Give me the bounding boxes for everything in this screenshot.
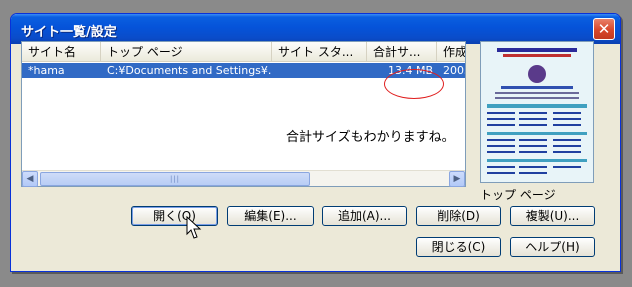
- open-button[interactable]: 開く(O): [131, 206, 218, 226]
- annotation-text: 合計サイズもわかりますね。: [286, 130, 455, 145]
- column-header-site-name[interactable]: サイト名: [22, 42, 101, 61]
- top-page-cell: C:¥Documents and Settings¥...: [107, 64, 272, 77]
- site-name-cell: *hama: [28, 64, 65, 77]
- column-header-created[interactable]: 作成: [437, 42, 465, 61]
- add-button[interactable]: 追加(A)...: [322, 206, 407, 226]
- copy-button[interactable]: 複製(U)...: [510, 206, 595, 226]
- close-icon[interactable]: ✕: [593, 18, 615, 40]
- total-size-cell: 13.4 MB: [387, 64, 433, 77]
- column-header-total-size[interactable]: 合計サ...: [367, 42, 437, 61]
- help-button[interactable]: ヘルプ(H): [510, 237, 595, 257]
- delete-button[interactable]: 削除(D): [416, 206, 501, 226]
- top-page-preview: [480, 41, 594, 183]
- scroll-right-icon[interactable]: ▶: [449, 171, 465, 187]
- column-header-top-page[interactable]: トップ ページ: [101, 42, 272, 61]
- window-title: サイト一覧/設定: [21, 25, 117, 40]
- edit-button[interactable]: 編集(E)...: [227, 206, 314, 226]
- mouse-pointer-icon: [186, 216, 202, 239]
- column-header-site-start[interactable]: サイト スタ...: [272, 42, 367, 61]
- preview-label: トップ ページ: [480, 188, 556, 202]
- scroll-thumb[interactable]: |||: [40, 172, 310, 186]
- created-cell: 2003/: [443, 64, 465, 77]
- site-start-cell: [272, 63, 367, 78]
- close-button[interactable]: 閉じる(C): [416, 237, 501, 257]
- list-item[interactable]: *hama C:¥Documents and Settings¥... 13.4…: [22, 63, 465, 78]
- list-header: サイト名 トップ ページ サイト スタ... 合計サ... 作成: [22, 42, 465, 62]
- preview-thumbnail-icon: [481, 42, 593, 182]
- scroll-left-icon[interactable]: ◀: [22, 171, 38, 187]
- title-bar[interactable]: サイト一覧/設定 ✕: [11, 14, 620, 44]
- site-list[interactable]: サイト名 トップ ページ サイト スタ... 合計サ... 作成 *hama C…: [21, 41, 466, 187]
- horizontal-scrollbar[interactable]: ◀ ||| ▶: [22, 170, 465, 187]
